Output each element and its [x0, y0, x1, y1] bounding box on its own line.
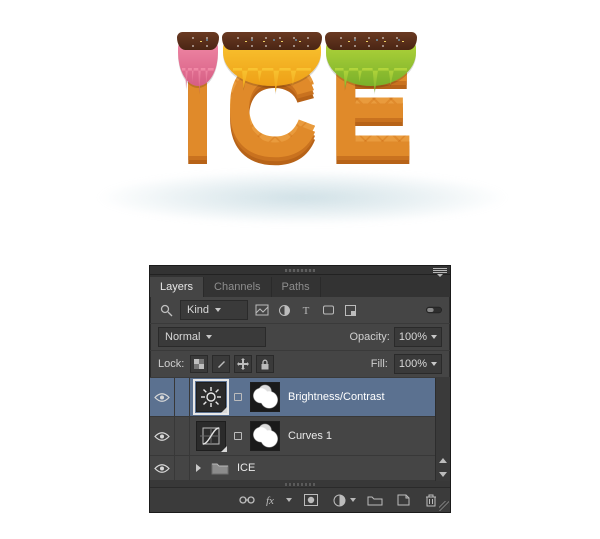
blend-mode-select[interactable]: Normal	[158, 327, 266, 347]
link-layers-icon[interactable]	[238, 491, 256, 509]
filter-pixel-icon[interactable]	[254, 302, 270, 318]
adjustment-layer-icon	[330, 491, 348, 509]
panel-tabs: Layers Channels Paths	[150, 275, 450, 297]
svg-text:fx: fx	[266, 495, 274, 506]
visibility-toggle[interactable]	[150, 378, 175, 416]
chevron-down-icon	[215, 308, 221, 312]
lock-label: Lock:	[158, 358, 184, 370]
opacity-label: Opacity:	[350, 331, 390, 343]
filter-kind-select[interactable]: Kind	[180, 300, 248, 320]
lock-all-icon[interactable]	[256, 355, 274, 373]
layer-row-curves[interactable]: Curves 1	[150, 417, 450, 456]
curves-icon	[196, 421, 226, 451]
layer-row-brightness-contrast[interactable]: Brightness/Contrast	[150, 378, 450, 417]
brightness-contrast-icon	[196, 382, 226, 412]
filter-kind-value: Kind	[187, 304, 209, 316]
eye-icon	[154, 463, 170, 474]
disclosure-triangle-icon[interactable]	[196, 464, 201, 472]
lock-paint-icon[interactable]	[212, 355, 230, 373]
add-layer-mask-icon[interactable]	[302, 491, 320, 509]
svg-text:T: T	[303, 305, 310, 316]
visibility-toggle[interactable]	[150, 417, 175, 455]
folder-icon	[211, 461, 229, 475]
filter-toggle-switch[interactable]	[426, 302, 442, 318]
chevron-down-icon	[350, 498, 356, 502]
fx-icon: fx	[266, 491, 284, 509]
layer-name[interactable]: ICE	[237, 462, 450, 474]
layer-mask-thumb[interactable]	[250, 421, 280, 451]
tab-channels[interactable]: Channels	[204, 277, 271, 297]
fill-input[interactable]: 100%	[394, 354, 442, 374]
new-group-icon[interactable]	[366, 491, 384, 509]
new-layer-icon[interactable]	[394, 491, 412, 509]
chevron-down-icon	[431, 335, 437, 339]
artwork-letter-c: C	[225, 40, 325, 170]
artwork-shadow	[95, 170, 510, 225]
opacity-input[interactable]: 100%	[394, 327, 442, 347]
opacity-value: 100%	[399, 331, 427, 343]
filter-adjustment-icon[interactable]	[276, 302, 292, 318]
delete-layer-icon[interactable]	[422, 491, 440, 509]
lock-row: Lock:	[150, 351, 450, 378]
mask-link-icon[interactable]	[234, 393, 242, 401]
blend-mode-value: Normal	[165, 331, 200, 343]
layers-panel: Layers Channels Paths Kind	[149, 265, 451, 513]
artwork-letter-i: I	[180, 40, 222, 170]
scroll-down-button[interactable]	[436, 467, 450, 481]
filter-shape-icon[interactable]	[320, 302, 336, 318]
layers-bottom-toolbar: fx	[150, 487, 450, 512]
artwork-text: I C E	[0, 40, 600, 170]
search-icon	[158, 302, 174, 318]
eye-icon	[154, 431, 170, 442]
layer-filter-row: Kind T	[150, 297, 450, 324]
filter-smartobject-icon[interactable]	[342, 302, 358, 318]
mask-link-icon[interactable]	[234, 432, 242, 440]
fill-value: 100%	[399, 358, 427, 370]
adjustment-badge-icon	[221, 446, 227, 452]
layer-name[interactable]: Curves 1	[288, 430, 450, 442]
panel-resize-corner-icon[interactable]	[439, 501, 449, 511]
lock-transparent-icon[interactable]	[190, 355, 208, 373]
fill-label: Fill:	[371, 358, 388, 370]
layer-fx-button[interactable]: fx	[266, 491, 292, 509]
filter-type-icon[interactable]: T	[298, 302, 314, 318]
blend-row: Normal Opacity: 100%	[150, 324, 450, 351]
layer-name[interactable]: Brightness/Contrast	[288, 391, 450, 403]
layers-scrollbar[interactable]	[435, 378, 450, 481]
layer-mask-thumb[interactable]	[250, 382, 280, 412]
panel-grip-icon	[285, 269, 315, 272]
artwork-preview: I C E	[0, 0, 600, 265]
chevron-down-icon	[206, 335, 212, 339]
artwork-letter-e: E	[328, 40, 421, 170]
panel-flyout-menu-button[interactable]	[433, 267, 447, 277]
chevron-down-icon	[286, 498, 292, 502]
lock-move-icon[interactable]	[234, 355, 252, 373]
eye-icon	[154, 392, 170, 403]
scroll-up-button[interactable]	[436, 453, 450, 467]
visibility-toggle[interactable]	[150, 456, 175, 480]
panel-titlebar[interactable]	[150, 266, 450, 275]
adjustment-badge-icon	[221, 407, 227, 413]
tab-layers[interactable]: Layers	[150, 277, 204, 297]
tab-paths[interactable]: Paths	[272, 277, 321, 297]
layers-list: Brightness/Contrast	[150, 378, 450, 481]
layer-row-ice-group[interactable]: ICE	[150, 456, 450, 481]
chevron-down-icon	[431, 362, 437, 366]
new-adjustment-layer-button[interactable]	[330, 491, 356, 509]
